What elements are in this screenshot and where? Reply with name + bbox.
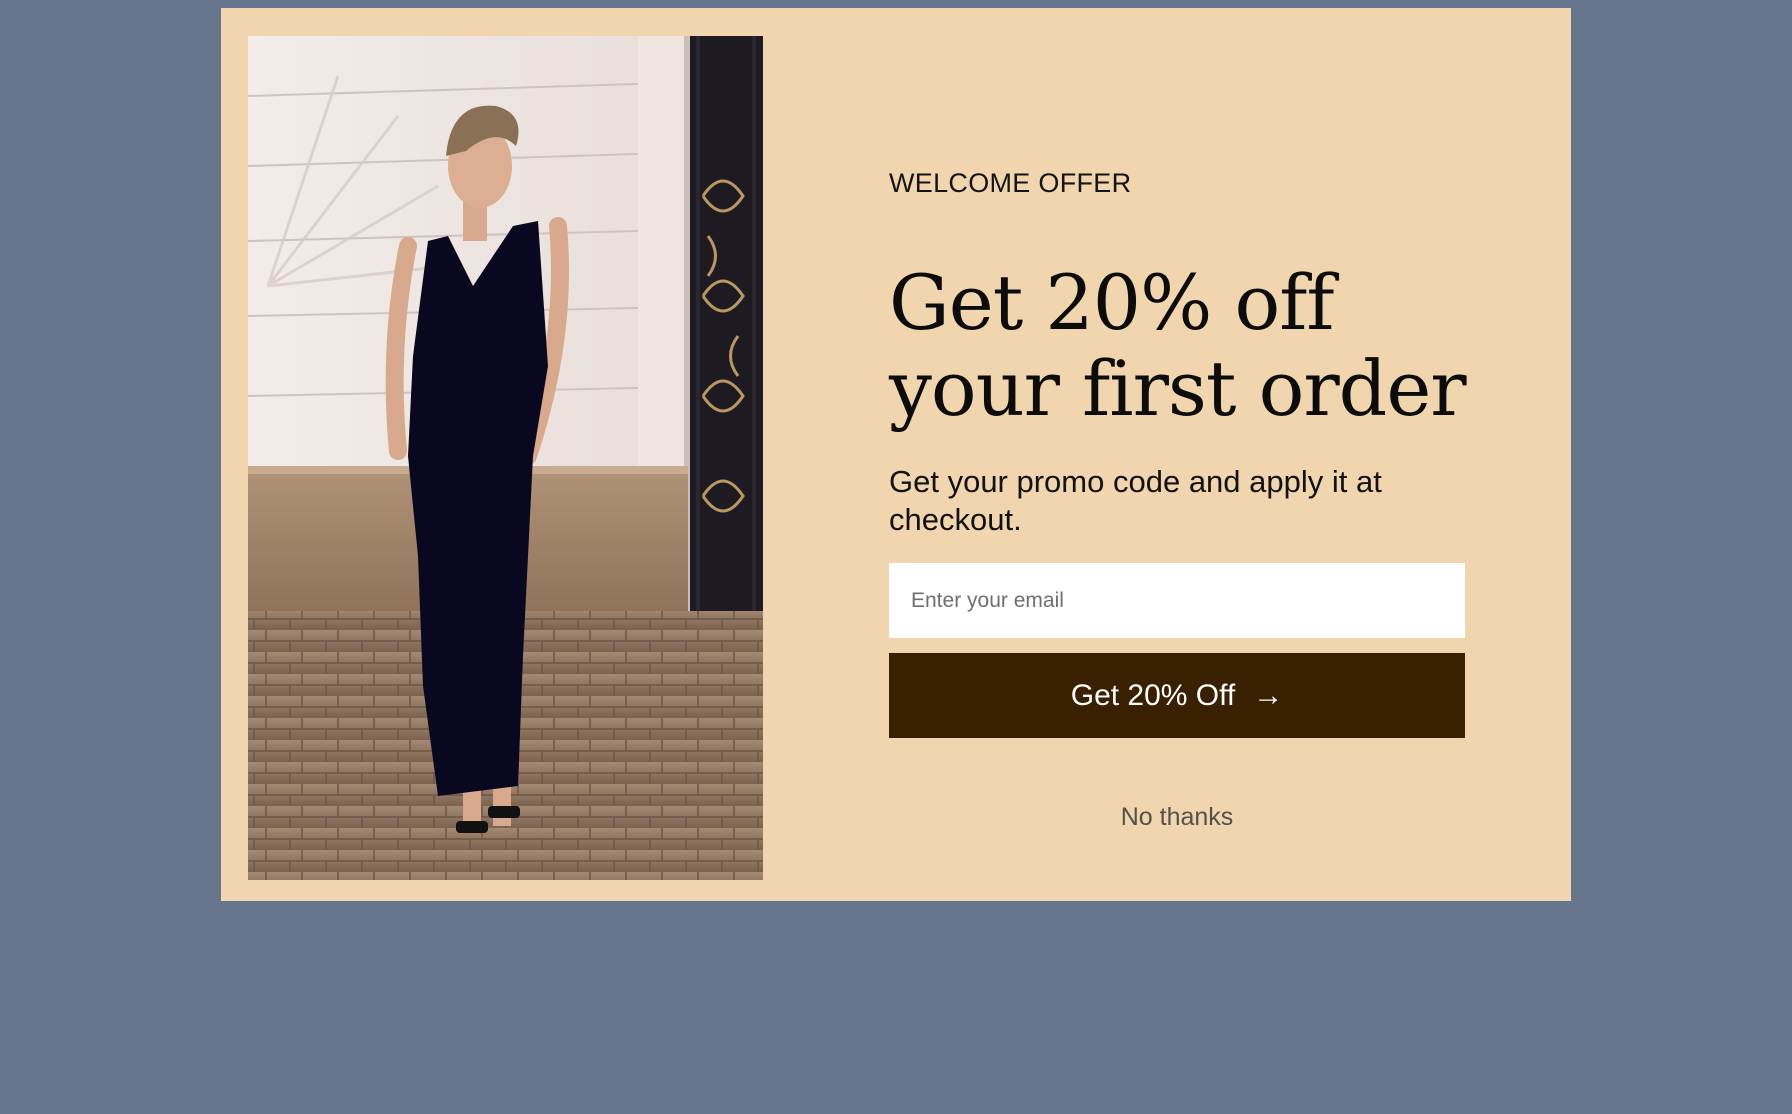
get-discount-button[interactable]: Get 20% Off → bbox=[889, 653, 1465, 738]
email-input[interactable] bbox=[889, 563, 1465, 638]
offer-eyebrow: WELCOME OFFER bbox=[889, 168, 1132, 198]
offer-content: WELCOME OFFER Get 20% off your first ord… bbox=[889, 8, 1467, 901]
woman-in-black-dress-photo bbox=[248, 36, 763, 880]
welcome-offer-popup: WELCOME OFFER Get 20% off your first ord… bbox=[221, 8, 1571, 901]
headline-line-1: Get 20% off bbox=[889, 258, 1334, 347]
no-thanks-link[interactable]: No thanks bbox=[889, 803, 1465, 832]
offer-headline: Get 20% off your first order bbox=[889, 260, 1489, 432]
arrow-right-icon: → bbox=[1253, 678, 1284, 712]
get-discount-label: Get 20% Off bbox=[1070, 678, 1236, 712]
headline-line-2: your first order bbox=[889, 344, 1467, 433]
offer-subtext: Get your promo code and apply it at chec… bbox=[889, 464, 1382, 537]
